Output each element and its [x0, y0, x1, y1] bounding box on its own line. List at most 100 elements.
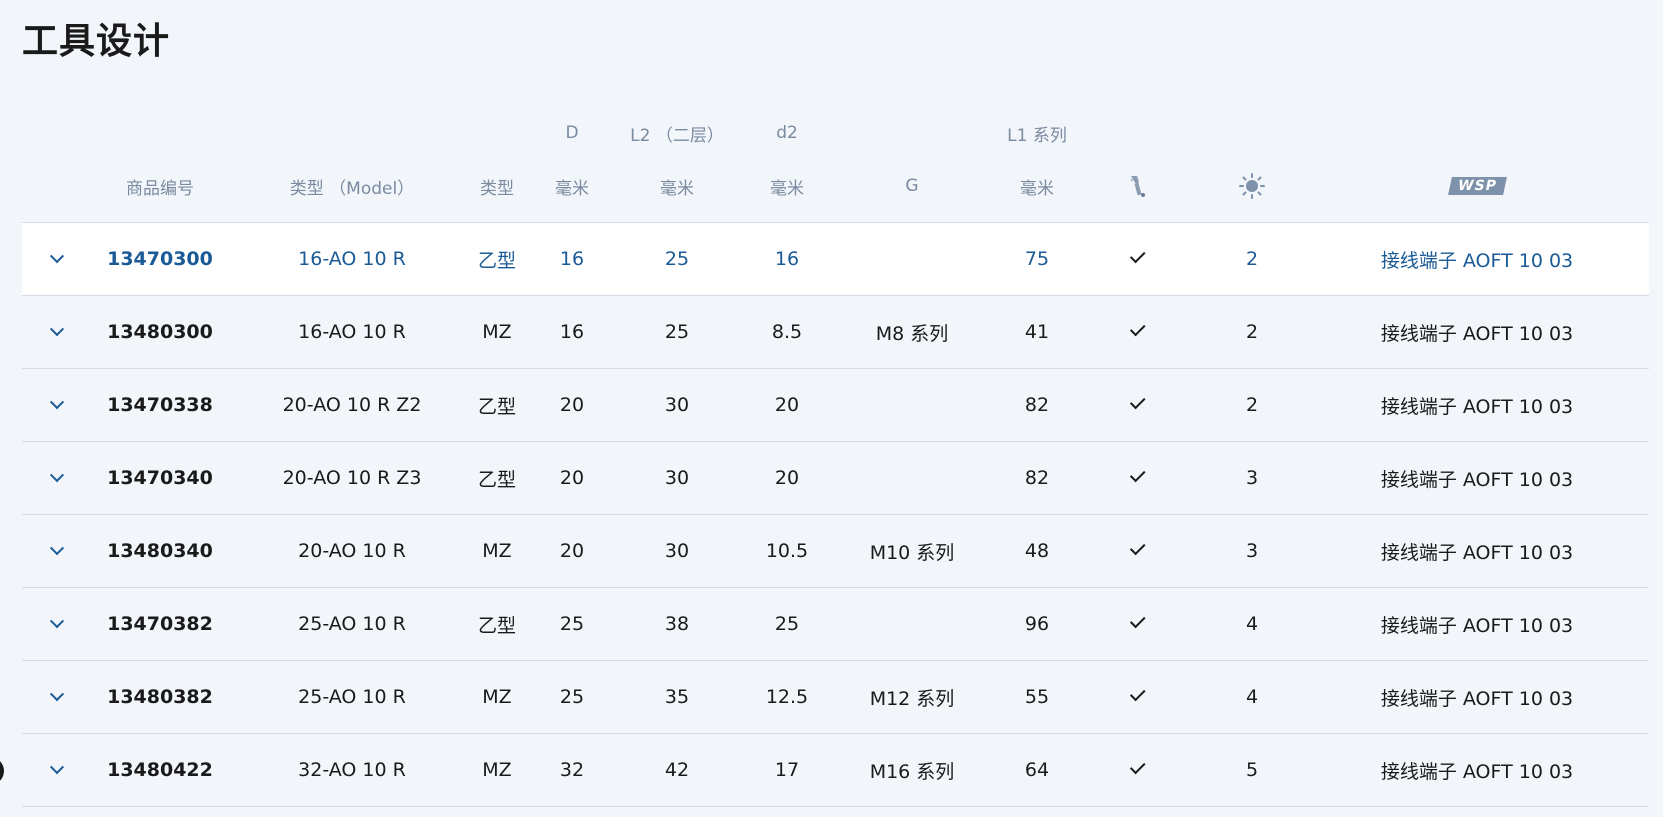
expand-button[interactable]	[22, 588, 92, 660]
expand-button[interactable]	[22, 223, 92, 295]
row-G	[842, 588, 982, 660]
row-insert[interactable]: 接线端子 AOFT 10 03	[1352, 588, 1602, 660]
chevron-down-icon	[49, 541, 65, 556]
check-icon	[1129, 539, 1146, 556]
row-d2: 12.5	[765, 686, 809, 708]
row-L2: 30	[664, 540, 690, 562]
check-icon	[1129, 393, 1146, 410]
row-d2: 8.5	[771, 321, 803, 343]
scroll-handle[interactable]	[0, 757, 4, 785]
row-coolant	[1102, 442, 1172, 514]
row-type: 乙型	[477, 249, 516, 272]
row-L2: 25	[664, 321, 690, 343]
table-row[interactable]: 13480300 16-AO 10 R MZ 16 25 8.5 M8 系列 41 2 接线端子 …	[22, 296, 1649, 369]
row-type: MZ	[482, 759, 512, 781]
row-insert[interactable]: 接线端子 AOFT 10 03	[1352, 734, 1602, 806]
check-icon	[1129, 320, 1146, 337]
table-row[interactable]: 13480422 32-AO 10 R MZ 32 42 17 M16 系列 64 5 接线端子 …	[22, 734, 1649, 807]
row-item-no: 13470340	[107, 467, 213, 489]
row-item-no: 13480382	[107, 686, 213, 708]
row-L1: 96	[1024, 613, 1050, 635]
check-icon	[1129, 685, 1146, 702]
row-teeth: 2	[1245, 394, 1259, 416]
row-insert[interactable]: 接线端子 AOFT 10 03	[1352, 223, 1602, 295]
row-type: 乙型	[477, 395, 516, 418]
row-teeth: 4	[1245, 613, 1259, 635]
header-G[interactable]: G	[842, 150, 982, 222]
row-model: 16-AO 10 R	[298, 248, 406, 270]
row-insert[interactable]: 接线端子 AOFT 10 03	[1352, 515, 1602, 587]
expand-button[interactable]	[22, 734, 92, 806]
header-type[interactable]: 类型	[462, 150, 532, 222]
row-D: 16	[559, 248, 585, 270]
row-D: 25	[559, 613, 585, 635]
row-L1: 48	[1024, 540, 1050, 562]
row-L2: 42	[664, 759, 690, 781]
table-row[interactable]: 13480382 25-AO 10 R MZ 25 35 12.5 M12 系列 55 4 接线端…	[22, 661, 1649, 734]
row-D: 25	[559, 686, 585, 708]
row-insert[interactable]: 接线端子 AOFT 10 03	[1352, 442, 1602, 514]
header-wsp[interactable]: WSP	[1352, 150, 1602, 222]
coolant-tool-icon	[1130, 176, 1145, 197]
product-table: D L2 （二层） d2 L1 系列 商品编号 类型 （Model） 类型 毫米…	[22, 116, 1649, 807]
row-item-no: 13470338	[107, 394, 213, 416]
chevron-down-icon	[49, 249, 65, 264]
header-L1[interactable]: L1 系列	[992, 116, 1082, 150]
row-L2: 30	[664, 467, 690, 489]
row-d2: 10.5	[765, 540, 809, 562]
row-item-no: 13480300	[107, 321, 213, 343]
row-insert[interactable]: 接线端子 AOFT 10 03	[1352, 661, 1602, 733]
expand-button[interactable]	[22, 515, 92, 587]
expand-button[interactable]	[22, 661, 92, 733]
row-D: 32	[559, 759, 585, 781]
expand-button[interactable]	[22, 296, 92, 368]
table-row[interactable]: 13470338 20-AO 10 R Z2 乙型 20 30 20 82 2 接线端子 AOF…	[22, 369, 1649, 442]
row-insert[interactable]: 接线端子 AOFT 10 03	[1352, 296, 1602, 368]
header-model[interactable]: 类型 （Model）	[252, 150, 452, 222]
row-L2: 25	[664, 248, 690, 270]
row-model: 16-AO 10 R	[298, 321, 406, 343]
row-insert[interactable]: 接线端子 AOFT 10 03	[1352, 369, 1602, 441]
row-coolant	[1102, 223, 1172, 295]
row-L2: 35	[664, 686, 690, 708]
header-item-no[interactable]: 商品编号	[100, 150, 220, 222]
expand-button[interactable]	[22, 369, 92, 441]
header-teeth[interactable]	[1217, 150, 1287, 222]
table-row[interactable]: 13470300 16-AO 10 R 乙型 16 25 16 75 2 接线端子 AOFT 1…	[22, 223, 1649, 296]
header-coolant[interactable]	[1102, 150, 1172, 222]
row-d2: 17	[774, 759, 800, 781]
chevron-down-icon	[49, 760, 65, 775]
row-teeth: 3	[1245, 467, 1259, 489]
row-type: MZ	[482, 321, 512, 343]
row-L1: 55	[1024, 686, 1050, 708]
row-item-no: 13480340	[107, 540, 213, 562]
header-d2[interactable]: d2	[752, 116, 822, 150]
row-G: M8 系列	[875, 322, 949, 345]
chevron-down-icon	[49, 614, 65, 629]
row-teeth: 2	[1245, 321, 1259, 343]
chevron-down-icon	[49, 468, 65, 483]
row-G	[842, 442, 982, 514]
chevron-down-icon	[49, 687, 65, 702]
header-L1-unit: 毫米	[1020, 178, 1054, 199]
row-G: M10 系列	[869, 541, 955, 564]
row-coolant	[1102, 734, 1172, 806]
row-d2: 25	[774, 613, 800, 635]
row-coolant	[1102, 515, 1172, 587]
wsp-badge: WSP	[1447, 177, 1507, 195]
row-G: M16 系列	[869, 760, 955, 783]
header-D[interactable]: D	[542, 116, 602, 150]
header-L2[interactable]: L2 （二层）	[630, 116, 724, 150]
table-row[interactable]: 13470340 20-AO 10 R Z3 乙型 20 30 20 82 3 接线端子 AOF…	[22, 442, 1649, 515]
header-row-bottom: 商品编号 类型 （Model） 类型 毫米 毫米 毫米 G 毫米 WSP	[22, 150, 1649, 223]
row-model: 20-AO 10 R Z2	[282, 394, 422, 416]
row-L2: 30	[664, 394, 690, 416]
expand-button[interactable]	[22, 442, 92, 514]
row-D: 20	[559, 467, 585, 489]
table-row[interactable]: 13480340 20-AO 10 R MZ 20 30 10.5 M10 系列 48 3 接线端…	[22, 515, 1649, 588]
row-L1: 64	[1024, 759, 1050, 781]
chevron-down-icon	[49, 395, 65, 410]
row-item-no: 13470300	[107, 248, 213, 270]
table-row[interactable]: 13470382 25-AO 10 R 乙型 25 38 25 96 4 接线端子 AOFT 1…	[22, 588, 1649, 661]
row-item-no: 13480422	[107, 759, 213, 781]
